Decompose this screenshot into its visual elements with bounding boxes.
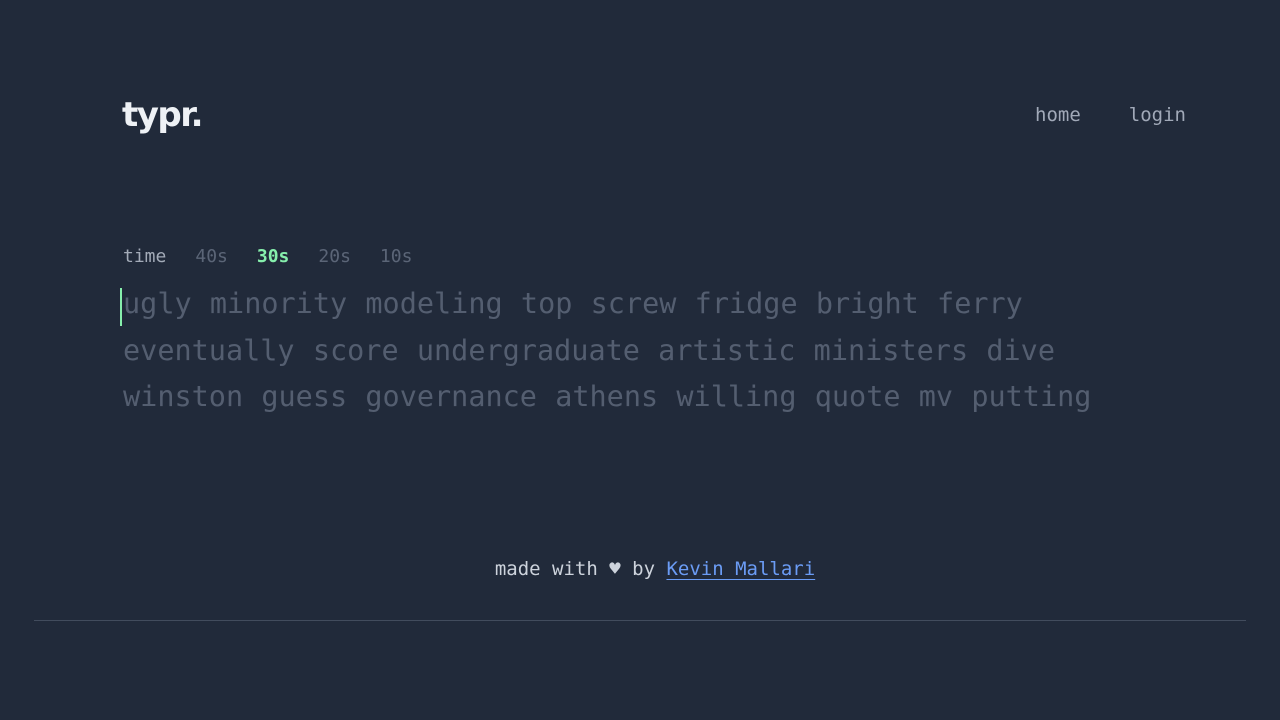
nav-home-link[interactable]: home — [1035, 103, 1081, 127]
divider — [34, 620, 1246, 621]
time-selector: time 40s 30s 20s 10s — [123, 245, 412, 269]
time-option-40s[interactable]: 40s — [195, 245, 228, 269]
footer-made-with-text: made with — [494, 558, 598, 580]
word: guess — [261, 380, 348, 413]
logo[interactable]: typr. — [122, 93, 204, 137]
word: athens — [555, 380, 659, 413]
word: winston — [123, 380, 244, 413]
word: eventually — [123, 333, 295, 367]
word: undergraduate — [416, 333, 640, 367]
word: minority — [209, 287, 348, 320]
word: quote — [814, 380, 901, 413]
word: ugly — [123, 287, 192, 320]
footer: made with ♥ by Kevin Mallari — [0, 557, 1280, 581]
word: putting — [971, 380, 1092, 413]
word: willing — [676, 380, 797, 413]
word: ferry — [937, 287, 1023, 320]
word: artistic — [658, 333, 796, 367]
nav-login-link[interactable]: login — [1129, 103, 1186, 127]
author-link[interactable]: Kevin Mallari — [666, 558, 815, 580]
word: score — [312, 333, 399, 367]
word: dive — [986, 333, 1055, 367]
word: ministers — [813, 333, 969, 367]
word: bright — [815, 287, 919, 320]
time-option-30s[interactable]: 30s — [257, 245, 290, 269]
word: mv — [918, 380, 954, 413]
footer-by-text: by — [632, 558, 656, 580]
word: screw — [590, 287, 677, 320]
text-caret — [120, 288, 122, 326]
typing-area[interactable]: ugly minority modeling top screw fridge bright… — [120, 281, 1123, 421]
time-label: time — [123, 246, 167, 267]
main-nav: home login — [1035, 103, 1186, 127]
word: modeling — [365, 287, 503, 320]
time-option-20s[interactable]: 20s — [318, 245, 351, 269]
word: fridge — [694, 287, 798, 320]
word: top — [520, 287, 573, 320]
word: governance — [365, 380, 537, 413]
heart-icon: ♥ — [609, 558, 621, 580]
time-option-10s[interactable]: 10s — [380, 245, 413, 269]
